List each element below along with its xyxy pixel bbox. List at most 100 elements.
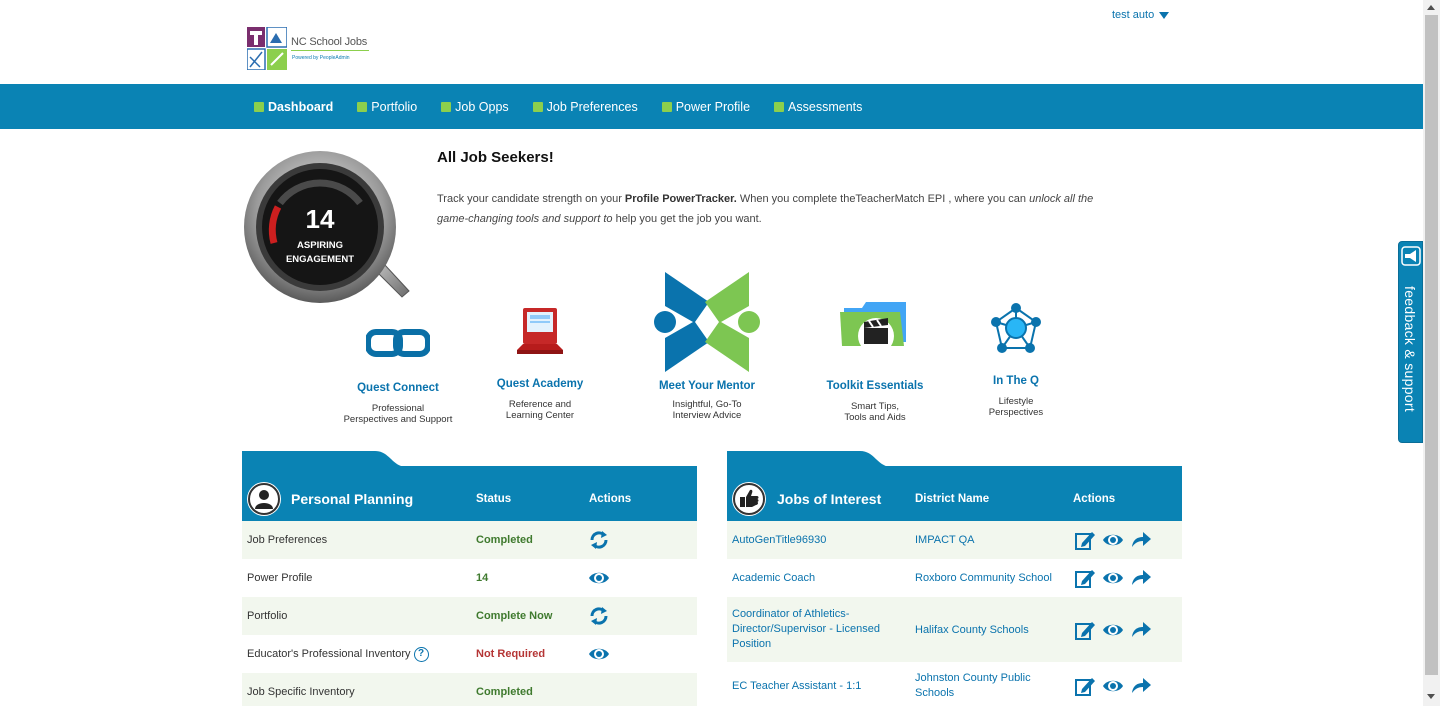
col-header-status: Status xyxy=(476,493,512,505)
scroll-down-arrow-icon[interactable] xyxy=(1427,694,1435,699)
tool-desc: Reference and xyxy=(508,399,572,410)
row-status: Completed xyxy=(476,534,533,546)
user-name[interactable]: test auto xyxy=(1112,9,1154,21)
tracker-score: 14 xyxy=(305,204,335,234)
intro-text-2: When you complete theTeacherMatch EPI , … xyxy=(736,193,1030,205)
row-name: Power Profile xyxy=(247,572,313,584)
user-menu[interactable]: test auto xyxy=(1112,9,1170,21)
eye-icon[interactable] xyxy=(588,567,610,589)
tool-title[interactable]: In The Q xyxy=(966,375,1066,387)
tool-in-the-q[interactable]: In The Q Lifestyle Perspectives xyxy=(966,300,1066,418)
power-tracker-badge[interactable]: 14 ASPIRING ENGAGEMENT xyxy=(242,151,414,303)
share-arrow-icon[interactable] xyxy=(1130,619,1152,641)
vertical-scrollbar[interactable] xyxy=(1423,0,1440,706)
table-row: Portfolio Complete Now xyxy=(242,597,697,635)
share-arrow-icon[interactable] xyxy=(1130,675,1152,697)
laptop-icon xyxy=(517,308,563,354)
district-link[interactable]: Halifax County Schools xyxy=(915,597,1029,662)
edit-icon[interactable] xyxy=(1074,619,1096,641)
logo-subtitle: Powered by PeopleAdmin xyxy=(292,55,350,61)
district-line[interactable]: Schools xyxy=(915,686,1031,701)
tracker-level-line1: ASPIRING xyxy=(297,240,343,251)
job-title-link[interactable]: EC Teacher Assistant - 1:1 xyxy=(732,662,861,706)
intro-text: Track your candidate strength on your Pr… xyxy=(437,189,1117,229)
col-header-district: District Name xyxy=(915,493,990,505)
tool-quest-academy[interactable]: Quest Academy Reference and Learning Cen… xyxy=(480,306,600,421)
row-status: Completed xyxy=(476,686,533,698)
row-name: Job Specific Inventory xyxy=(247,686,355,698)
table-row: EC Teacher Assistant - 1:1 Johnston Coun… xyxy=(727,662,1182,706)
site-logo[interactable]: NC School Jobs Powered by PeopleAdmin xyxy=(247,27,372,71)
row-status[interactable]: Complete Now xyxy=(476,597,552,635)
tool-title[interactable]: Quest Connect xyxy=(336,382,460,394)
nav-square-icon xyxy=(774,101,785,112)
row-name: Educator's Professional Inventory xyxy=(247,648,411,660)
district-link[interactable]: IMPACT QA xyxy=(915,521,975,559)
nav-item-assessments[interactable]: Assessments xyxy=(774,100,862,114)
feedback-support-tab[interactable]: feedback & support xyxy=(1398,241,1423,443)
scroll-up-arrow-icon[interactable] xyxy=(1427,5,1435,10)
table-row: Job Specific Inventory Completed xyxy=(242,673,697,706)
tool-toolkit-essentials[interactable]: Toolkit Essentials Smart Tips, Tools and… xyxy=(815,298,935,423)
nav-item-job-preferences[interactable]: Job Preferences xyxy=(532,99,638,114)
nav-label: Assessments xyxy=(788,99,863,114)
eye-icon[interactable] xyxy=(1102,567,1124,589)
job-title-link[interactable]: AutoGenTitle96930 xyxy=(732,521,826,559)
caret-down-icon[interactable] xyxy=(1159,11,1170,19)
nav-label: Dashboard xyxy=(268,99,334,114)
refresh-icon[interactable] xyxy=(588,605,610,627)
nav-item-job-opps[interactable]: Job Opps xyxy=(441,100,509,114)
scroll-thumb[interactable] xyxy=(1425,15,1438,675)
tool-desc: Tools and Aids xyxy=(844,412,906,423)
tool-title[interactable]: Meet Your Mentor xyxy=(647,380,767,392)
eye-icon[interactable] xyxy=(1102,675,1124,697)
nav-item-power-profile[interactable]: Power Profile xyxy=(661,100,750,114)
panel-title: Personal Planning xyxy=(291,491,414,507)
table-row: Job Preferences Completed xyxy=(242,521,697,559)
eye-icon[interactable] xyxy=(1102,619,1124,641)
panel-header: Personal Planning Status Actions xyxy=(242,466,697,521)
chain-link-icon xyxy=(366,329,430,357)
intro-bold: Profile PowerTracker. xyxy=(624,193,737,205)
nav-label: Portfolio xyxy=(371,99,418,114)
refresh-icon[interactable] xyxy=(588,529,610,551)
tool-desc: Interview Advice xyxy=(672,410,742,421)
eye-icon[interactable] xyxy=(1102,529,1124,551)
table-row: Coordinator of Athletics- Director/Super… xyxy=(727,597,1182,662)
row-name: Portfolio xyxy=(247,610,288,622)
tool-desc: Insightful, Go-To xyxy=(672,399,742,410)
tracker-level-line2: ENGAGEMENT xyxy=(285,254,355,265)
nav-item-portfolio[interactable]: Portfolio xyxy=(357,100,417,114)
edit-icon[interactable] xyxy=(1074,567,1096,589)
nav-item-dashboard[interactable]: Dashboard xyxy=(254,100,333,114)
edit-icon[interactable] xyxy=(1074,529,1096,551)
edit-icon[interactable] xyxy=(1074,675,1096,697)
panel-title: Jobs of Interest xyxy=(777,491,882,507)
job-title-link[interactable]: Academic Coach xyxy=(732,559,815,597)
tracker-level: ASPIRING ENGAGEMENT xyxy=(242,239,398,267)
logo-divider xyxy=(291,50,369,51)
job-title-line[interactable]: Coordinator of Athletics- xyxy=(732,607,880,622)
nav-label: Job Preferences xyxy=(546,99,638,114)
nav-square-icon xyxy=(661,101,672,112)
job-title-link[interactable]: Coordinator of Athletics- Director/Super… xyxy=(732,597,880,662)
help-icon[interactable]: ? xyxy=(413,646,429,662)
eye-icon[interactable] xyxy=(588,643,610,665)
table-row: Academic Coach Roxboro Community School xyxy=(727,559,1182,597)
nav-square-icon xyxy=(441,101,452,112)
job-title-line[interactable]: Director/Supervisor - Licensed xyxy=(732,622,880,637)
table-row: AutoGenTitle96930 IMPACT QA xyxy=(727,521,1182,559)
district-link[interactable]: Roxboro Community School xyxy=(915,559,1052,597)
tool-title[interactable]: Quest Academy xyxy=(480,378,600,390)
tool-quest-connect[interactable]: Quest Connect Professional Perspectives … xyxy=(336,322,460,425)
intro-text-1: Track your candidate strength on your xyxy=(437,193,625,205)
job-title-line[interactable]: Position xyxy=(732,637,880,652)
network-icon xyxy=(991,303,1041,353)
share-arrow-icon[interactable] xyxy=(1130,567,1152,589)
tool-meet-your-mentor[interactable]: Meet Your Mentor Insightful, Go-To Inter… xyxy=(647,272,767,421)
share-arrow-icon[interactable] xyxy=(1130,529,1152,551)
tool-title[interactable]: Toolkit Essentials xyxy=(815,380,935,392)
district-line[interactable]: Johnston County Public xyxy=(915,671,1031,686)
nav-square-icon xyxy=(532,101,543,112)
district-link[interactable]: Johnston County Public Schools xyxy=(915,662,1031,706)
